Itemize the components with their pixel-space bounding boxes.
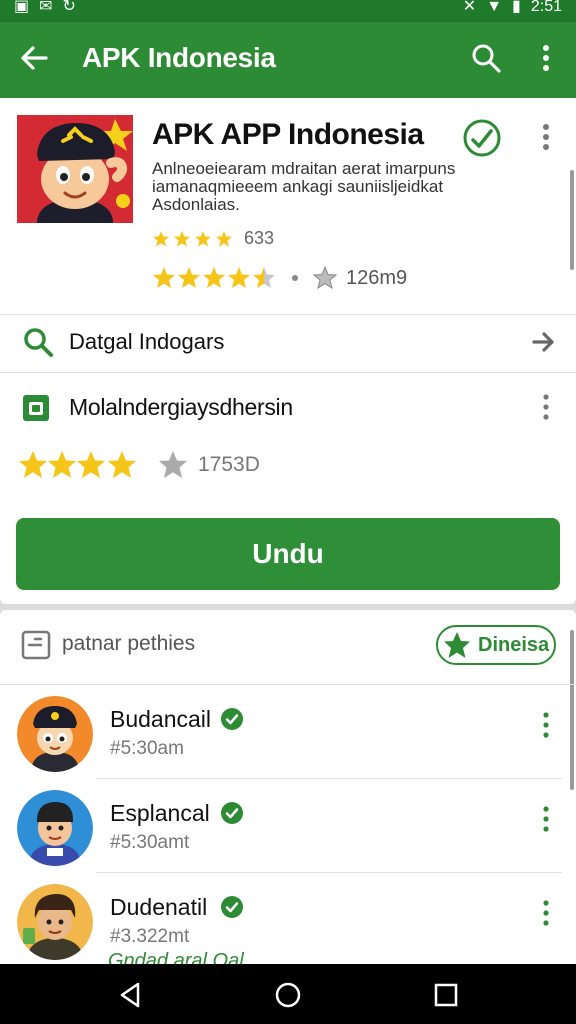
star-outline-icon bbox=[312, 266, 338, 290]
list-item[interactable]: Dudenatil #3.322mt bbox=[0, 874, 576, 964]
more-options-icon[interactable] bbox=[538, 804, 554, 834]
list-item-time: #3.322mt bbox=[110, 926, 190, 947]
recents-nav-icon[interactable] bbox=[431, 980, 461, 1010]
status-bar: ▣ ✉ ↻ ✕ ▼ ▮ 2:51 bbox=[0, 0, 576, 22]
downloads-count: 126m9 bbox=[346, 266, 408, 289]
more-options-icon[interactable] bbox=[538, 898, 554, 928]
app-title: APK APP Indonesia bbox=[152, 118, 424, 151]
list-item-name: Dudenatil bbox=[110, 894, 208, 920]
divider bbox=[0, 684, 576, 685]
filter-chip-label: Dineisa bbox=[478, 633, 550, 656]
list-item-partial: Gndad aral Oal bbox=[108, 950, 244, 964]
separator-dot bbox=[292, 275, 298, 281]
divider bbox=[96, 778, 562, 779]
more-options-icon[interactable] bbox=[538, 710, 554, 740]
app-detail-card: APK APP Indonesia Anlneoeiearam mdraitan… bbox=[0, 98, 576, 604]
verified-icon bbox=[221, 896, 243, 918]
section-header: patnar pethies Dineisa bbox=[0, 610, 576, 684]
search-icon bbox=[24, 328, 53, 357]
arrow-left-icon[interactable] bbox=[16, 40, 52, 76]
sync-icon: ↻ bbox=[62, 0, 76, 15]
list-item-name: Budancail bbox=[110, 706, 212, 732]
divider bbox=[96, 872, 562, 873]
app-description: Anlneoeiearam mdraitan aerat imarpuns ia… bbox=[152, 159, 456, 214]
notification-icon: ✉ bbox=[39, 0, 53, 15]
list-item-time: #5:30amt bbox=[110, 832, 190, 853]
star-outline-icon bbox=[159, 451, 187, 478]
avatar bbox=[17, 884, 93, 960]
list-item-name: Esplancal bbox=[110, 800, 210, 826]
more-options-icon[interactable] bbox=[538, 122, 554, 152]
system-nav-bar bbox=[0, 964, 576, 1024]
rating-summary-small: 633 bbox=[152, 228, 274, 249]
sim-icon: ▣ bbox=[14, 0, 30, 15]
category-row[interactable]: Molalndergiaysdhersin bbox=[0, 376, 576, 436]
arrow-right-icon bbox=[532, 332, 554, 352]
status-time: 2:51 bbox=[530, 0, 562, 15]
scrollbar[interactable] bbox=[570, 170, 574, 270]
app-store-icon bbox=[23, 395, 49, 421]
search-icon[interactable] bbox=[468, 40, 504, 76]
search-row[interactable]: Datgal Indogars bbox=[0, 316, 576, 372]
app-bar: APK Indonesia bbox=[0, 22, 576, 98]
mute-icon: ✕ bbox=[462, 0, 477, 15]
home-nav-icon[interactable] bbox=[273, 980, 303, 1010]
install-button[interactable]: Undu bbox=[16, 518, 560, 590]
verified-icon bbox=[221, 708, 243, 730]
star-icon bbox=[444, 632, 470, 658]
divider bbox=[0, 314, 576, 315]
avatar bbox=[17, 790, 93, 866]
partners-card: patnar pethies Dineisa Budancail #5:30am bbox=[0, 610, 576, 964]
search-row-label: Datgal Indogars bbox=[69, 329, 225, 354]
battery-icon: ▮ bbox=[512, 0, 521, 15]
rating-row-count: 1753D bbox=[198, 453, 260, 476]
star-rating-icon bbox=[153, 230, 232, 246]
list-item-time: #5:30am bbox=[110, 738, 184, 759]
verified-icon bbox=[221, 802, 243, 824]
star-rating-icon bbox=[19, 451, 136, 478]
back-nav-icon[interactable] bbox=[116, 980, 146, 1010]
divider bbox=[0, 372, 576, 373]
rating-row: 1753D bbox=[18, 450, 260, 480]
document-icon bbox=[21, 630, 51, 660]
rating-count-small: 633 bbox=[244, 228, 275, 248]
avatar bbox=[17, 696, 93, 772]
more-vert-icon[interactable] bbox=[532, 40, 560, 76]
category-row-label: Molalndergiaysdhersin bbox=[69, 394, 293, 420]
filter-chip[interactable]: Dineisa bbox=[436, 625, 556, 665]
rating-summary-large: 126m9 bbox=[152, 266, 407, 290]
list-item[interactable]: Budancail #5:30am bbox=[0, 686, 576, 780]
app-bar-title: APK Indonesia bbox=[82, 42, 276, 73]
app-icon[interactable] bbox=[17, 115, 133, 223]
verified-badge-icon[interactable] bbox=[462, 118, 502, 158]
list-item[interactable]: Esplancal #5:30amt bbox=[0, 780, 576, 874]
wifi-icon: ▼ bbox=[486, 0, 503, 15]
more-options-icon[interactable] bbox=[538, 392, 554, 422]
star-rating-icon bbox=[153, 267, 275, 288]
section-title: patnar pethies bbox=[62, 632, 196, 655]
